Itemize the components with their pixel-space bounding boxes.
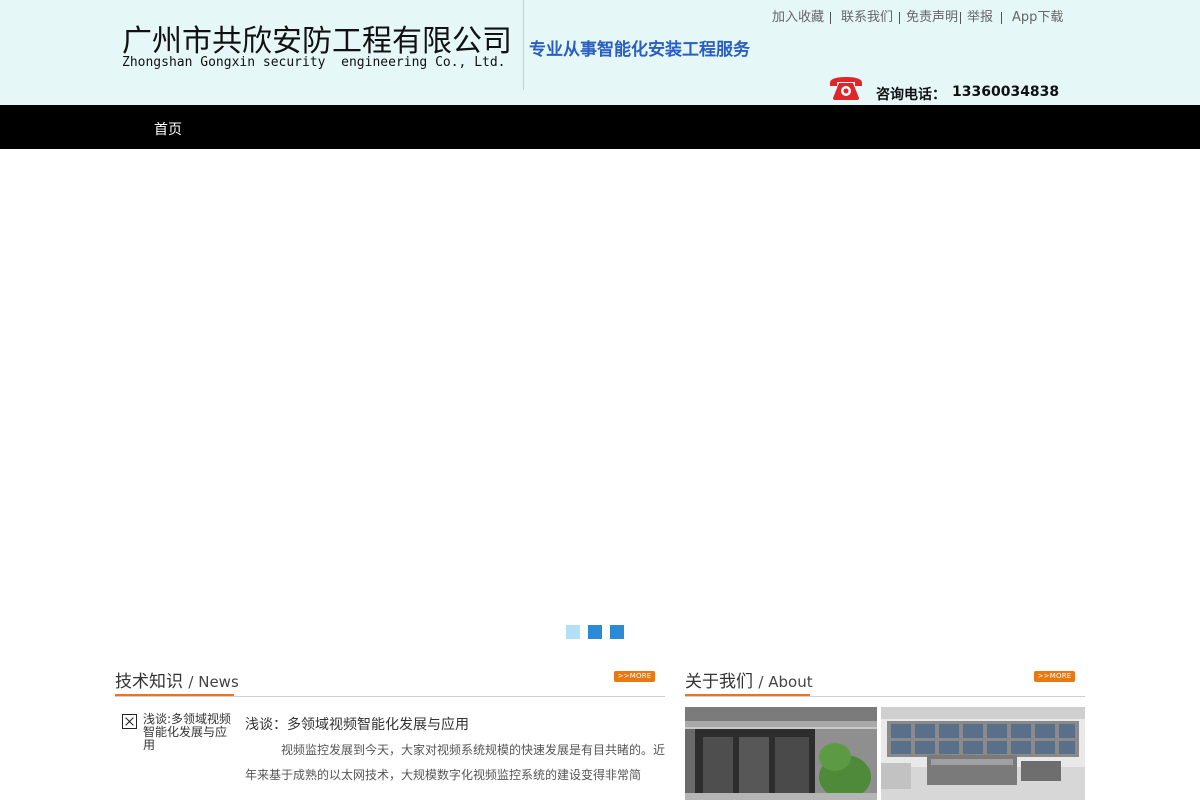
top-link-contact[interactable]: 联系我们: [841, 6, 893, 25]
about-title-underline: [685, 694, 810, 696]
news-divider: [115, 696, 665, 697]
top-link-separator: [830, 12, 831, 24]
news-subtitle: / News: [188, 673, 239, 691]
top-link-disclaimer[interactable]: 免责声明: [906, 6, 958, 25]
about-subtitle: / About: [758, 673, 813, 691]
about-control-room-image[interactable]: [881, 707, 1085, 800]
top-link-separator: [899, 12, 900, 24]
slider-dot-2[interactable]: [588, 625, 602, 639]
news-title-underline: [115, 694, 234, 696]
about-title: 关于我们: [685, 672, 753, 692]
top-links: 加入收藏 联系我们 免责声明 举报 App下载: [0, 6, 1200, 26]
news-more-button[interactable]: >>MORE: [614, 671, 655, 682]
top-link-report[interactable]: 举报: [967, 6, 993, 25]
company-name-en: Zhongshan Gongxin security engineering C…: [122, 55, 506, 70]
top-link-favorites[interactable]: 加入收藏: [772, 6, 824, 25]
main-nav: 首页: [0, 105, 1200, 149]
about-building-image[interactable]: [685, 707, 877, 800]
slogan: 专业从事智能化安装工程服务: [529, 40, 750, 60]
slider-dot-1[interactable]: [566, 625, 580, 639]
about-section-title: 关于我们 / About: [685, 667, 813, 692]
hotline-number: 13360034838: [952, 84, 1060, 100]
nav-item-home[interactable]: 首页: [154, 119, 182, 139]
slider-dot-3[interactable]: [610, 625, 624, 639]
news-title: 技术知识: [115, 672, 183, 692]
about-more-button[interactable]: >>MORE: [1034, 671, 1075, 682]
top-link-app-download[interactable]: App下载: [1012, 6, 1063, 25]
top-link-separator: [1001, 12, 1002, 24]
news-article-excerpt: 视频监控发展到今天，大家对视频系统规模的快速发展是有目共睹的。近年来基于成熟的以…: [245, 743, 666, 782]
phone-icon: [830, 77, 862, 100]
news-thumb-caption[interactable]: 浅谈:多领域视频智能化发展与应用: [143, 713, 235, 752]
news-article-title[interactable]: 浅谈：多领域视频智能化发展与应用: [245, 714, 469, 734]
site-header: 广州市共欣安防工程有限公司 Zhongshan Gongxin security…: [0, 0, 1200, 105]
top-link-separator: [960, 12, 961, 24]
hotline-label: 咨询电话：: [876, 87, 946, 103]
banner-slider[interactable]: [0, 149, 1200, 649]
about-divider: [685, 696, 1085, 697]
broken-image-icon[interactable]: [122, 714, 137, 729]
news-section-title: 技术知识 / News: [115, 667, 239, 692]
